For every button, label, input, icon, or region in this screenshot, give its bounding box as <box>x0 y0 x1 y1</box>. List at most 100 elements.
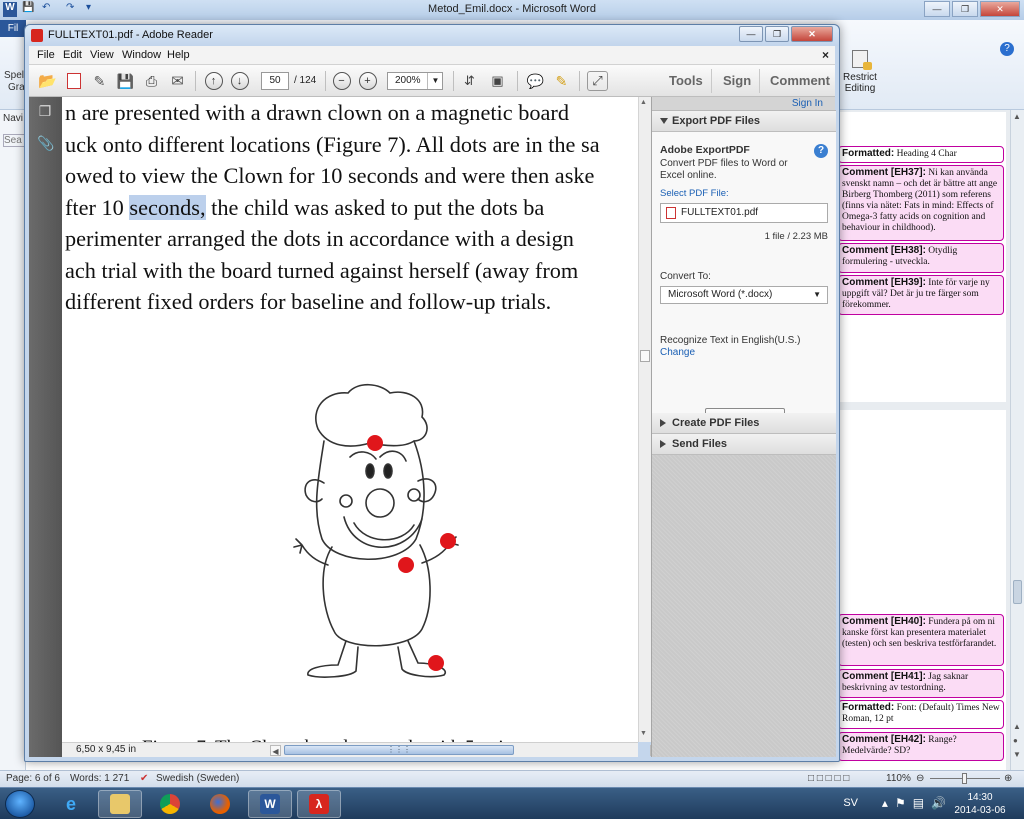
convert-format-select[interactable]: Microsoft Word (*.docx) ▼ <box>660 286 828 304</box>
document-horizontal-scrollbar[interactable]: 6,50 x 9,45 in ◀ ⋮⋮⋮ ▶ <box>62 742 661 757</box>
zoom-in-button[interactable]: + <box>357 71 378 91</box>
formatting-balloon[interactable]: Formatted: Heading 4 Char <box>838 146 1004 163</box>
page-thumbnails-icon[interactable]: ❐ <box>37 103 53 121</box>
volume-icon[interactable]: 🔊 <box>931 796 946 810</box>
scroll-down-arrow-icon[interactable]: ▼ <box>640 730 647 737</box>
ribbon-spelling-label[interactable]: Spell <box>4 70 26 81</box>
word-vertical-scrollbar[interactable]: ▲ ▲ ● ▼ <box>1010 110 1024 770</box>
chevron-down-icon[interactable]: ▼ <box>427 73 443 89</box>
status-word-count[interactable]: Words: 1 271 <box>70 773 129 784</box>
menu-file[interactable]: File <box>37 49 55 61</box>
browse-object-icon[interactable]: ● <box>1013 736 1018 745</box>
word-navigation-pane: Navi Sea <box>0 110 26 770</box>
taskbar-chrome[interactable] <box>148 790 192 818</box>
status-page-count[interactable]: Page: 6 of 6 <box>6 773 60 784</box>
next-page-icon[interactable]: ▼ <box>1013 750 1021 759</box>
taskbar-firefox[interactable] <box>198 790 242 818</box>
edit-icon[interactable]: ✎ <box>89 71 110 91</box>
scroll-up-arrow-icon[interactable]: ▲ <box>640 99 647 106</box>
clock[interactable]: 14:30 2014-03-06 <box>950 791 1010 817</box>
close-icon[interactable]: ✕ <box>980 1 1020 17</box>
send-files-header[interactable]: Send Files <box>652 434 836 455</box>
scroll-left-arrow-icon[interactable]: ◀ <box>270 745 281 756</box>
word-file-tab[interactable]: Fil <box>0 20 26 37</box>
word-titlebar: W 💾 ↶ ↷ ▾ Metod_Emil.docx - Microsoft Wo… <box>0 0 1024 20</box>
menu-window[interactable]: Window <box>122 49 161 61</box>
comment-balloon[interactable]: Comment [EH37]: Ni kan använda svenskt n… <box>838 165 1004 241</box>
horizontal-scroll-thumb[interactable]: ⋮⋮⋮ <box>284 745 514 755</box>
view-buttons-icon[interactable]: □ □ □ □ □ <box>808 773 849 784</box>
sign-tab[interactable]: Sign <box>723 73 751 88</box>
document-vertical-scrollbar[interactable]: ▲ ▼ <box>638 97 651 742</box>
export-pdf-files-header[interactable]: Export PDF Files <box>652 111 836 132</box>
toolbar-separator <box>453 71 454 91</box>
menu-help[interactable]: Help <box>167 49 190 61</box>
scroll-up-arrow-icon[interactable]: ▲ <box>1013 112 1021 121</box>
fit-page-icon[interactable]: ⇵ <box>459 71 480 91</box>
status-zoom-level[interactable]: 110% <box>886 773 911 784</box>
sign-in-link[interactable]: Sign In <box>792 98 823 109</box>
previous-page-button[interactable]: ↑ <box>203 71 224 91</box>
taskbar-word[interactable]: W <box>248 790 292 818</box>
word-scroll-thumb[interactable] <box>1013 580 1022 604</box>
create-pdf-icon[interactable] <box>63 71 84 91</box>
page-number-input[interactable]: 50 <box>261 72 289 90</box>
balloon-label: Comment [EH42]: <box>842 734 926 745</box>
formatting-balloon[interactable]: Formatted: Font: (Default) Times New Rom… <box>838 700 1004 729</box>
comment-balloon[interactable]: Comment [EH40]: Fundera på om ni kanske … <box>838 614 1004 666</box>
document-scroll-thumb[interactable] <box>640 350 650 362</box>
proofing-icon[interactable]: ✔ <box>140 773 148 784</box>
network-icon[interactable]: ▤ <box>913 796 924 810</box>
minimize-icon[interactable]: — <box>924 1 950 17</box>
email-icon[interactable]: ✉ <box>167 71 188 91</box>
previous-page-icon[interactable]: ▲ <box>1013 722 1021 731</box>
document-view[interactable]: n are presented with a drawn clown on a … <box>62 97 638 745</box>
taskbar-internet-explorer[interactable]: e <box>49 790 93 818</box>
menu-view[interactable]: View <box>90 49 114 61</box>
word-window-controls: — ❐ ✕ <box>924 1 1020 17</box>
show-hidden-icons-icon[interactable]: ▴ <box>882 796 888 810</box>
start-button[interactable] <box>5 790 35 818</box>
input-language[interactable]: SV <box>843 797 858 809</box>
fit-width-icon[interactable]: ▣ <box>487 71 508 91</box>
print-icon[interactable]: ⎙ <box>141 71 162 91</box>
attachments-icon[interactable]: 📎 <box>37 135 54 153</box>
comment-tab[interactable]: Comment <box>770 73 830 88</box>
help-icon[interactable]: ? <box>1000 42 1014 56</box>
create-pdf-files-header[interactable]: Create PDF Files <box>652 413 836 434</box>
change-language-link[interactable]: Change <box>660 347 695 359</box>
comment-balloon[interactable]: Comment [EH39]: Inte för varje ny uppgif… <box>838 275 1004 315</box>
sticky-note-icon[interactable]: 💬 <box>525 71 546 91</box>
zoom-out-icon[interactable]: ⊖ <box>916 773 924 784</box>
balloon-label: Comment [EH41]: <box>842 671 926 682</box>
restrict-editing-button[interactable]: Restrict Editing <box>842 50 878 94</box>
status-language[interactable]: Swedish (Sweden) <box>156 773 239 784</box>
next-page-button[interactable]: ↓ <box>229 71 250 91</box>
restrict-editing-label: Restrict Editing <box>843 72 877 94</box>
highlight-icon[interactable]: ✎ <box>551 71 572 91</box>
taskbar-adobe-reader[interactable]: λ <box>297 790 341 818</box>
minimize-icon[interactable]: — <box>739 26 763 42</box>
flag-icon[interactable]: ⚑ <box>895 796 906 810</box>
comment-balloon[interactable]: Comment [EH38]: Otydlig formulering - ut… <box>838 243 1004 273</box>
close-document-icon[interactable]: × <box>822 48 829 62</box>
navigation-search-input[interactable]: Sea <box>3 134 25 147</box>
zoom-slider-thumb[interactable] <box>962 773 967 784</box>
pdf-icon[interactable] <box>31 29 43 42</box>
save-icon[interactable]: 💾 <box>115 71 136 91</box>
full-screen-icon[interactable]: ⤢ <box>587 71 608 91</box>
comment-balloon[interactable]: Comment [EH42]: Range? Medelvärde? SD? <box>838 732 1004 761</box>
clown-left-eye <box>365 463 375 479</box>
zoom-in-icon[interactable]: ⊕ <box>1004 773 1012 784</box>
open-icon[interactable]: 📂 <box>37 71 58 91</box>
comment-balloon[interactable]: Comment [EH41]: Jag saknar beskrivning a… <box>838 669 1004 698</box>
maximize-icon[interactable]: ❐ <box>952 1 978 17</box>
tools-tab[interactable]: Tools <box>669 73 703 88</box>
taskbar-file-explorer[interactable] <box>98 790 142 818</box>
selected-file-field[interactable]: FULLTEXT01.pdf <box>660 203 828 223</box>
maximize-icon[interactable]: ❐ <box>765 26 789 42</box>
menu-edit[interactable]: Edit <box>63 49 82 61</box>
close-icon[interactable]: ✕ <box>791 26 833 42</box>
help-icon[interactable]: ? <box>814 144 828 158</box>
zoom-out-button[interactable]: − <box>331 71 352 91</box>
